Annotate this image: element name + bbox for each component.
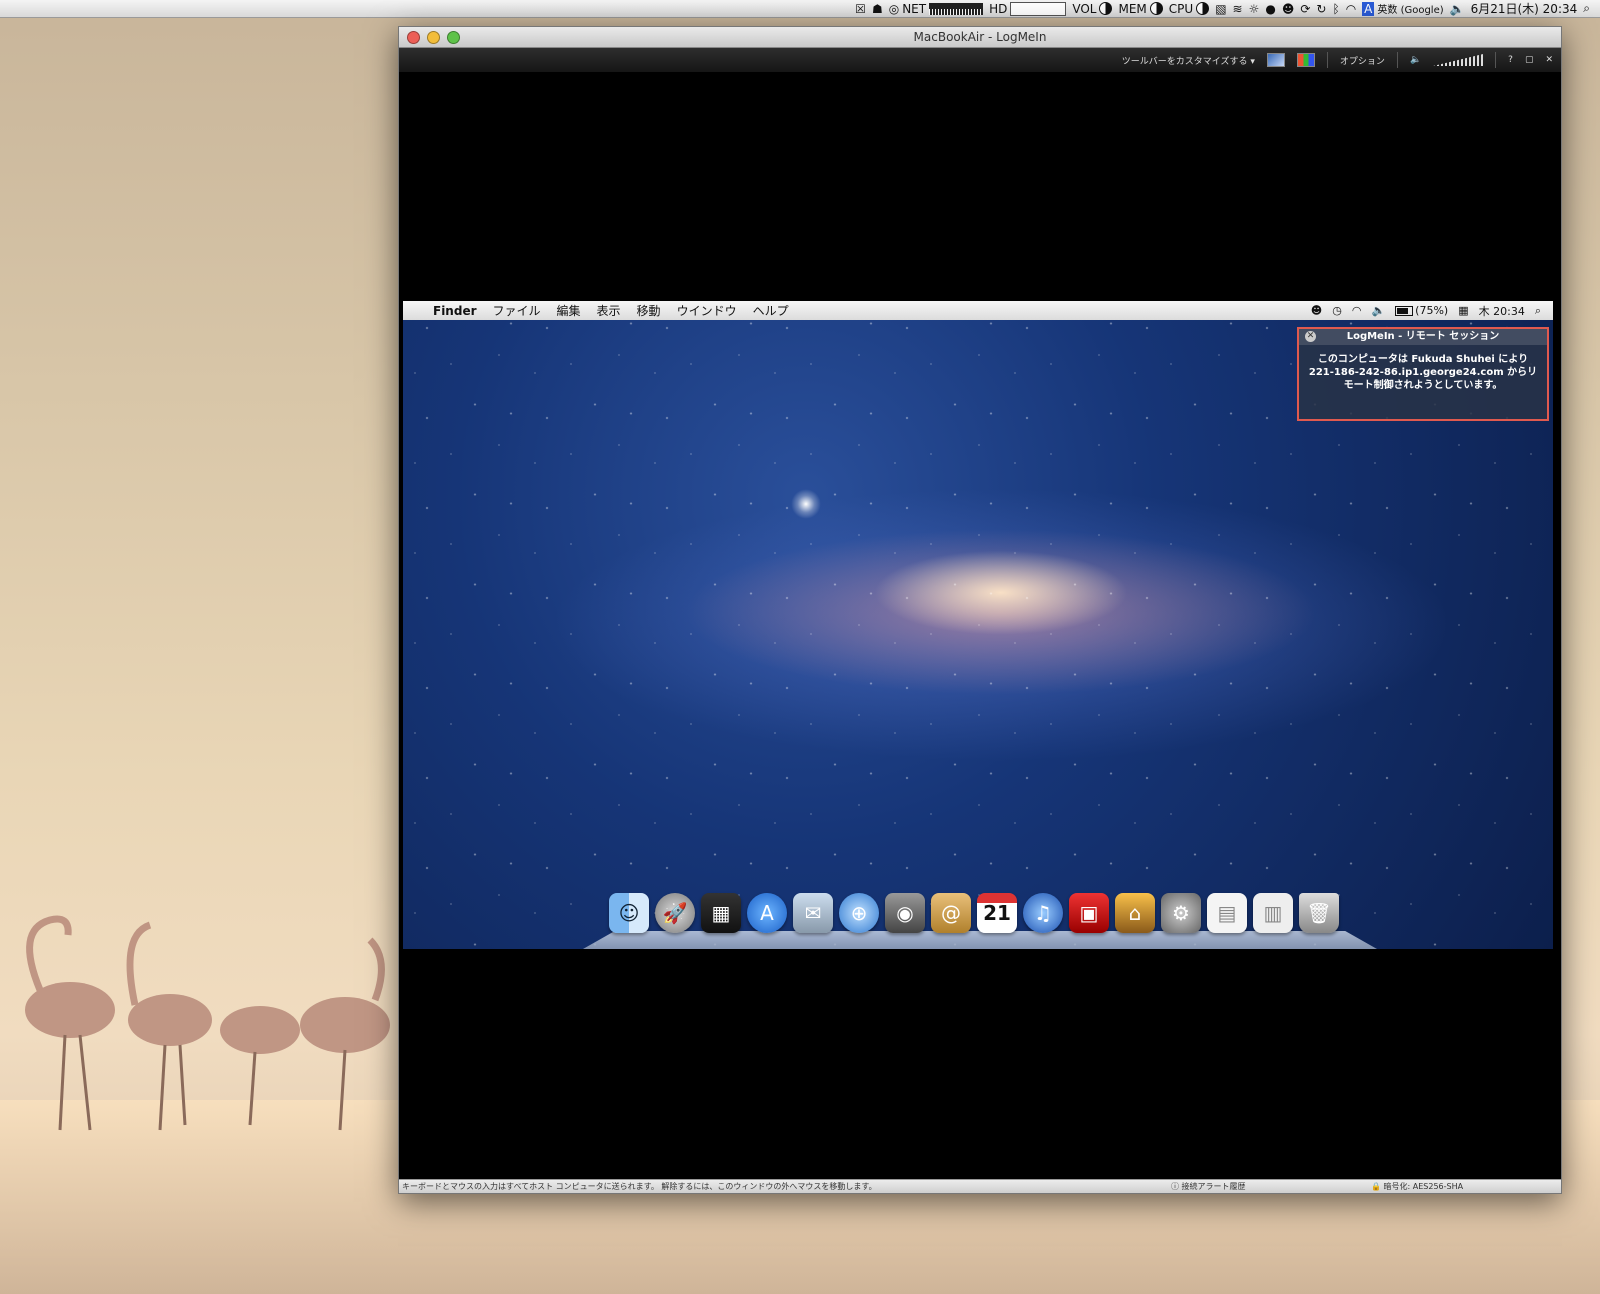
notice-body: このコンピュータは Fukuda Shuhei により 221-186-242-… (1299, 345, 1547, 392)
safari-icon[interactable]: ⊕ (839, 893, 879, 933)
bright-star (791, 489, 821, 519)
spotlight-search-icon[interactable]: ⌕ (1535, 304, 1541, 318)
iphoto-icon[interactable]: ⌂ (1115, 893, 1155, 933)
menu-edit[interactable]: 編集 (557, 302, 581, 319)
host-menubar: ☒ ☗ ◎ NET HD VOL MEM CPU ▧ ≋ ☼ ● ☻ ⟳ ↻ ᛒ… (0, 0, 1600, 18)
brightness-icon[interactable]: ☼ (1249, 2, 1260, 16)
itunes-icon[interactable]: ♫ (1023, 893, 1063, 933)
vol-meter[interactable]: VOL (1072, 2, 1113, 16)
mem-meter[interactable]: MEM (1118, 2, 1163, 16)
host-clock[interactable]: 6月21日(木) 20:34 (1471, 0, 1578, 17)
contacts-icon[interactable]: ☗ (872, 2, 883, 16)
encryption-status: 🔒 暗号化: AES256-SHA (1371, 1182, 1464, 1191)
wifi-icon[interactable]: ◠ (1346, 2, 1356, 16)
net-graph (929, 2, 984, 15)
window-title: MacBookAir - LogMeIn (913, 30, 1047, 44)
ical-icon[interactable]: 21 (977, 893, 1017, 933)
flamingo-photo (25, 915, 390, 1131)
window-titlebar[interactable]: MacBookAir - LogMeIn (399, 27, 1561, 48)
timemachine-icon[interactable]: ● (1265, 2, 1275, 16)
dock-icons: ☺ 🚀 ▦ A ✉ ⊕ ◉ @ 21 ♫ ▣ ⌂ ⚙ ▤ ▥ 🗑 (609, 893, 1339, 933)
toolbar-divider (1396, 52, 1398, 68)
input-source-icon[interactable]: ▦ (1458, 304, 1468, 317)
mission-control-icon[interactable]: ▦ (701, 893, 741, 933)
remote-status-area: ☻ ◷ ◠ 🔈 (75%) ▦ 木 20:34 ⌕ (1311, 303, 1553, 319)
customize-toolbar-button[interactable]: ツールバーをカスタマイズする ▾ (1122, 54, 1255, 67)
finder-icon[interactable]: ☺ (609, 893, 649, 933)
battery-indicator[interactable]: (75%) (1395, 304, 1448, 317)
globe-icon: ◎ (888, 1, 900, 16)
toolbar-divider (1495, 52, 1497, 68)
battery-icon (1395, 305, 1414, 316)
notice-title: LogMeIn - リモート セッション (1346, 331, 1500, 342)
remote-menubar: Finder ファイル 編集 表示 移動 ウインドウ ヘルプ ☻ ◷ ◠ 🔈 (… (403, 301, 1553, 320)
app-store-icon[interactable]: A (747, 893, 787, 933)
fullscreen-icon[interactable]: ▢ (1525, 55, 1534, 65)
mem-pie-icon (1149, 2, 1163, 15)
remote-desktop[interactable]: Finder ファイル 編集 表示 移動 ウインドウ ヘルプ ☻ ◷ ◠ 🔈 (… (403, 301, 1553, 949)
status-message: キーボードとマウスの入力はすべてホスト コンピュータに送られます。 解除するには… (402, 1182, 877, 1191)
menu-help[interactable]: ヘルプ (753, 302, 789, 319)
activity-icon[interactable]: ▧ (1215, 2, 1226, 16)
wireless-icon[interactable]: ≋ (1233, 2, 1243, 16)
wifi-icon[interactable]: ◠ (1352, 304, 1362, 317)
logmein-window: MacBookAir - LogMeIn ツールバーをカスタマイズする ▾ オプ… (398, 26, 1562, 1194)
dock-shelf (583, 931, 1377, 949)
address-book-icon[interactable]: @ (931, 893, 971, 933)
document-icon[interactable]: ▤ (1207, 893, 1247, 933)
hd-graph (1010, 1, 1067, 16)
trash-icon[interactable]: 🗑 (1299, 893, 1339, 933)
hd-meter[interactable]: HD (989, 1, 1067, 16)
notice-line: モート制御されようとしています。 (1343, 380, 1503, 391)
status-face-icon[interactable]: ☻ (1282, 2, 1295, 16)
screen-view-icon[interactable] (1266, 53, 1285, 67)
dock: ☺ 🚀 ▦ A ✉ ⊕ ◉ @ 21 ♫ ▣ ⌂ ⚙ ▤ ▥ 🗑 (583, 891, 1377, 949)
help-icon[interactable]: ? (1508, 55, 1513, 65)
options-button[interactable]: オプション (1340, 54, 1385, 67)
sync-icon[interactable]: ⟳ (1300, 2, 1310, 16)
cpu-meter[interactable]: CPU (1169, 2, 1210, 16)
spotlight-search-icon[interactable]: ⌕ (1583, 1, 1590, 16)
info-icon: ⓘ (1171, 1182, 1179, 1191)
menu-go[interactable]: 移動 (637, 302, 661, 319)
mail-icon[interactable]: ✉ (793, 893, 833, 933)
speaker-icon[interactable]: 🔈 (1371, 304, 1385, 317)
toolbar-divider (1326, 52, 1328, 68)
facetime-icon[interactable]: ◉ (885, 893, 925, 933)
input-a-icon: A (1362, 1, 1375, 16)
net-meter[interactable]: ◎ NET (888, 1, 984, 16)
connection-alerts-link[interactable]: ⓘ 接続アラート履歴 (1171, 1181, 1371, 1192)
system-preferences-icon[interactable]: ⚙ (1161, 893, 1201, 933)
speaker-icon[interactable]: 🔈 (1450, 2, 1465, 16)
menu-window[interactable]: ウインドウ (677, 302, 737, 319)
notice-line: このコンピュータは Fukuda Shuhei により (1317, 354, 1529, 365)
bluetooth-icon[interactable]: ᛒ (1332, 2, 1339, 16)
disconnect-icon[interactable]: ✕ (1545, 55, 1553, 65)
logmein-toolbar: ツールバーをカスタマイズする ▾ オプション 🔈 ? ▢ ✕ (399, 48, 1561, 73)
notice-line: 221-186-242-86.ip1.george24.com からリ (1308, 367, 1538, 378)
notice-close-button[interactable]: ✕ (1305, 331, 1316, 342)
volume-icon[interactable]: 🔈 (1410, 55, 1421, 65)
input-method-menu[interactable]: A 英数 (Google) (1362, 1, 1444, 16)
close-box-icon[interactable]: ☒ (855, 2, 866, 16)
notice-header: ✕ LogMeIn - リモート セッション (1299, 329, 1547, 345)
timemachine-icon[interactable]: ◷ (1332, 304, 1342, 317)
window-statusbar: キーボードとマウスの入力はすべてホスト コンピュータに送られます。 解除するには… (399, 1179, 1561, 1193)
downloads-stack-icon[interactable]: ▥ (1253, 893, 1293, 933)
remote-session-notice: ✕ LogMeIn - リモート セッション このコンピュータは Fukuda … (1297, 327, 1549, 421)
volume-slider[interactable] (1433, 54, 1484, 66)
photo-booth-icon[interactable]: ▣ (1069, 893, 1109, 933)
color-quality-icon[interactable] (1296, 53, 1315, 67)
menu-file[interactable]: ファイル (493, 302, 541, 319)
vol-pie-icon (1099, 2, 1113, 15)
refresh-icon[interactable]: ↻ (1316, 2, 1326, 16)
logmein-status-icon[interactable]: ☻ (1311, 304, 1322, 317)
cpu-pie-icon (1196, 2, 1210, 15)
remote-clock[interactable]: 木 20:34 (1479, 303, 1525, 319)
menu-finder[interactable]: Finder (433, 304, 477, 318)
lock-icon: 🔒 (1371, 1182, 1381, 1191)
launchpad-icon[interactable]: 🚀 (655, 893, 695, 933)
menu-view[interactable]: 表示 (597, 302, 621, 319)
